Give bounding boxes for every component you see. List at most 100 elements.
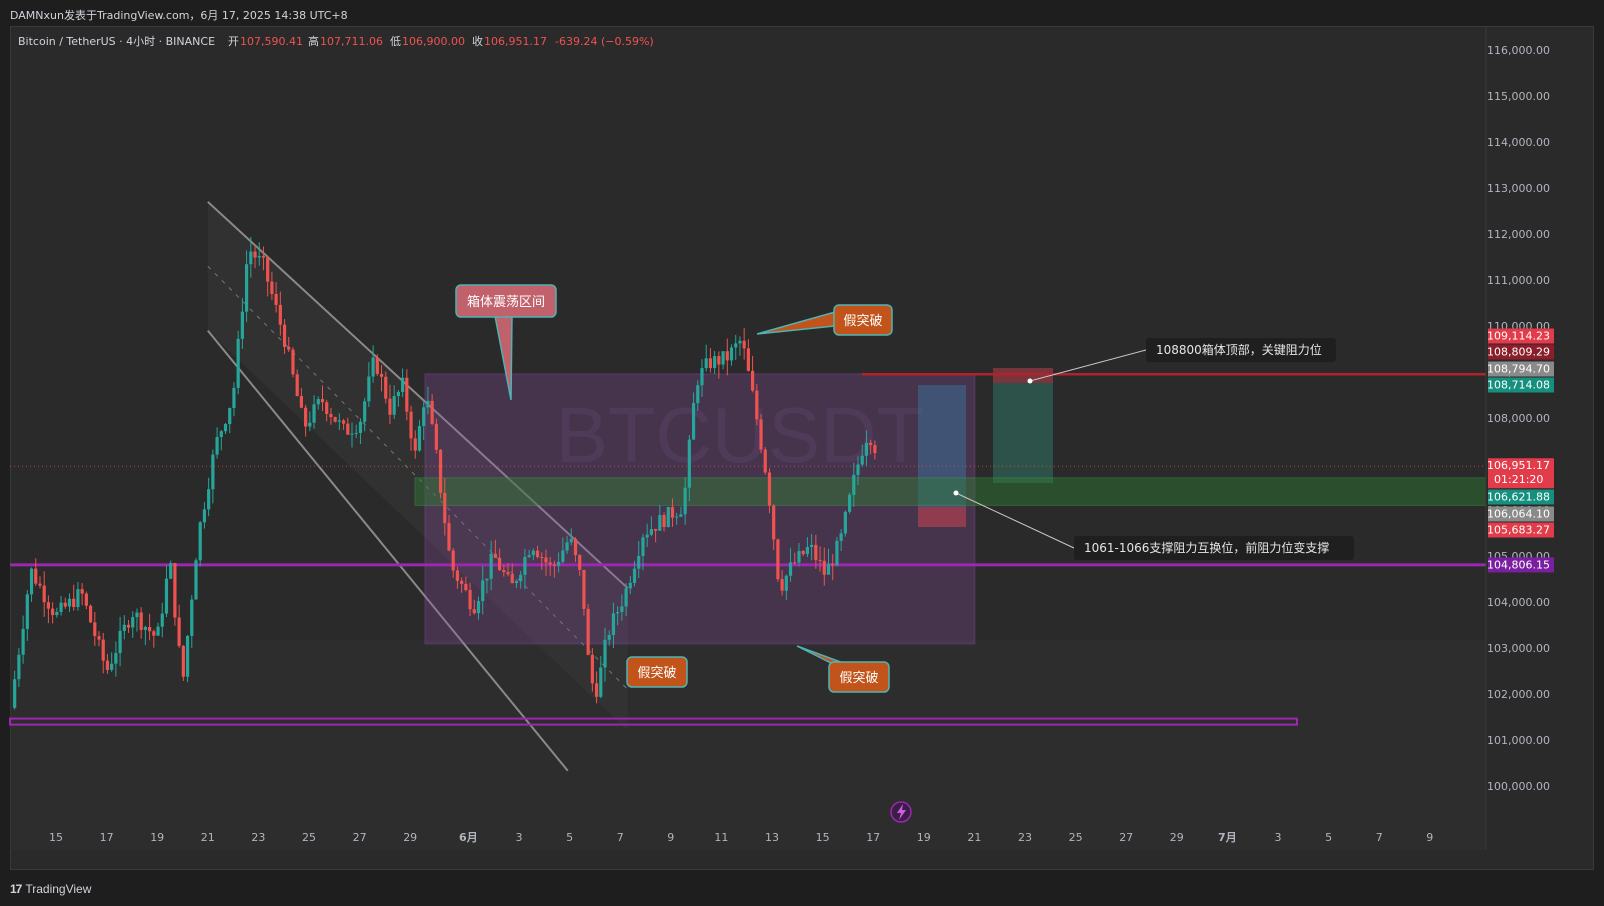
candle-body — [810, 544, 814, 548]
candle-body — [713, 356, 717, 369]
candle — [211, 449, 215, 504]
time-tick-label: 29 — [1170, 831, 1184, 844]
false-breakout-right-callout-text: 假突破 — [839, 670, 878, 686]
candle-body — [266, 257, 270, 282]
candle-body — [645, 534, 649, 538]
candle — [29, 567, 34, 602]
candle — [750, 355, 755, 393]
resistance-note-leader — [1029, 349, 1147, 382]
candle — [713, 350, 717, 374]
candle-body — [776, 539, 780, 580]
candle-body — [814, 544, 818, 561]
candle-body — [696, 385, 700, 404]
candle-body — [67, 598, 72, 607]
false-breakout-low-callout-text: 假突破 — [637, 665, 676, 681]
candle-body — [481, 580, 485, 602]
box-label-callout-text: 箱体震荡区间 — [467, 294, 545, 310]
candle-body — [299, 396, 304, 408]
candle-body — [856, 464, 860, 475]
candle-body — [662, 515, 666, 528]
candle — [46, 595, 51, 624]
candle-body — [329, 414, 333, 418]
candle-body — [76, 589, 80, 608]
candle-body — [497, 557, 502, 571]
time-tick-label: 3 — [515, 831, 522, 844]
candle-body — [261, 256, 266, 258]
candle — [763, 447, 767, 475]
candle-body — [860, 455, 864, 465]
candle-body — [826, 563, 831, 575]
symbol-label: Bitcoin / TetherUS · 4小时 · BINANCE — [18, 35, 215, 48]
candle-body — [97, 636, 101, 640]
candle-body — [417, 426, 422, 451]
short-target-box[interactable] — [993, 383, 1053, 483]
price-tick-label: 102,000.00 — [1487, 688, 1550, 701]
time-tick-label: 21 — [201, 831, 215, 844]
time-tick-label: 29 — [403, 831, 417, 844]
candle — [156, 622, 160, 637]
false-breakout-top-callout-pointer — [756, 311, 836, 335]
time-tick-label: 17 — [100, 831, 114, 844]
candle — [236, 330, 240, 395]
candle-body — [759, 419, 763, 450]
price-tag-label: 104,806.15 — [1487, 558, 1550, 571]
candlestick-chart[interactable]: Bitcoin / TetherUS · 4小时 · BINANCE 开 107… — [0, 0, 1604, 906]
candle-body — [443, 493, 447, 524]
candle-body — [148, 626, 152, 632]
candle-body — [805, 547, 810, 555]
candle-body — [291, 349, 295, 375]
candle-body — [594, 683, 599, 697]
candle-body — [493, 553, 497, 558]
candle — [122, 615, 126, 640]
candle-body — [687, 439, 691, 488]
candle-body — [831, 563, 835, 566]
candle-body — [788, 562, 793, 576]
candle-body — [207, 489, 211, 510]
candle-body — [392, 396, 396, 415]
false-breakout-low-callout[interactable]: 假突破 — [626, 656, 688, 688]
candle-body — [818, 560, 822, 562]
candle-body — [476, 601, 481, 614]
candle-body — [658, 515, 662, 531]
candle-body — [755, 390, 759, 420]
candle — [38, 576, 42, 589]
time-tick-label: 5 — [1325, 831, 1332, 844]
candle — [734, 334, 738, 360]
candle-body — [177, 617, 181, 646]
tradingview-logo[interactable]: 17 TradingView — [10, 882, 91, 896]
lower-shade — [10, 640, 1486, 850]
candle-body — [101, 639, 105, 661]
candle-body — [544, 557, 548, 563]
candle-body — [219, 431, 223, 437]
resistance-note-anchor — [1027, 378, 1033, 384]
lightning-icon[interactable] — [890, 801, 912, 823]
candle — [126, 619, 131, 633]
candle-body — [434, 423, 438, 450]
false-breakout-top-callout[interactable]: 假突破 — [756, 304, 893, 336]
candle-body — [131, 617, 135, 628]
time-tick-label: 7 — [1376, 831, 1383, 844]
candle-body — [793, 562, 797, 564]
candle-body — [409, 411, 413, 439]
time-tick-label: 15 — [816, 831, 830, 844]
stop-loss-box[interactable] — [918, 507, 966, 527]
candle-body — [729, 347, 734, 361]
candle-body — [316, 399, 320, 405]
resistance-note-text: 108800箱体顶部，关键阻力位 — [1156, 342, 1322, 357]
range-box[interactable] — [424, 373, 976, 645]
candle-body — [320, 399, 325, 403]
close-label: 收 — [472, 34, 483, 48]
candle-body — [405, 377, 409, 412]
candle-body — [240, 311, 244, 339]
price-tag-label: 106,064.10 — [1487, 508, 1550, 521]
candle-body — [822, 560, 826, 575]
price-tick-label: 111,000.00 — [1487, 274, 1550, 287]
candle-body — [586, 608, 590, 655]
candle-body — [215, 436, 219, 455]
support-zone[interactable] — [414, 477, 1487, 506]
candle-body — [88, 605, 93, 623]
resistance-note[interactable]: 108800箱体顶部，关键阻力位 — [1027, 338, 1337, 384]
candle-body — [523, 556, 527, 575]
candle-body — [455, 570, 460, 581]
candle — [207, 477, 211, 517]
